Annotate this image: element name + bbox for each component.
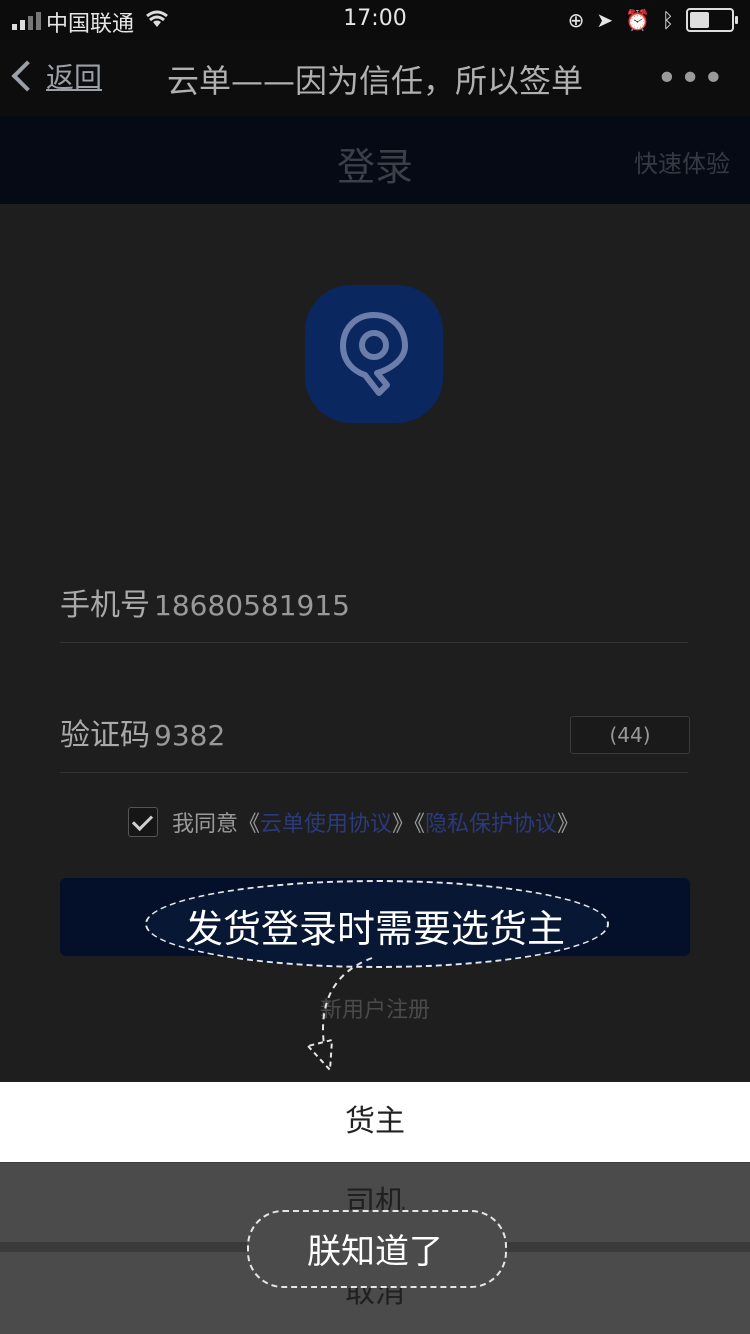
battery-icon bbox=[686, 8, 738, 32]
more-button[interactable]: ••• bbox=[656, 58, 726, 99]
agree-suffix: 》 bbox=[557, 812, 580, 837]
quick-experience-link[interactable]: 快速体验 bbox=[634, 144, 730, 179]
page-title: 云单——因为信任，所以签单 bbox=[166, 62, 583, 100]
arrow-down-icon bbox=[306, 957, 373, 1073]
phone-field[interactable]: 手机号 18680581915 bbox=[60, 580, 688, 643]
agree-prefix: 我同意《 bbox=[172, 812, 261, 837]
option-shipper[interactable]: 货主 bbox=[0, 1082, 750, 1162]
agree-mid: 》《 bbox=[392, 812, 426, 837]
phone-input[interactable]: 18680581915 bbox=[154, 589, 350, 622]
navigation-bar: 返回 云单——因为信任，所以签单 ••• bbox=[0, 40, 750, 116]
status-icons: ⊕ ➤ ⏰ ᛒ bbox=[567, 8, 738, 32]
app-logo bbox=[305, 285, 443, 423]
agreement-row: 我同意《 云单使用协议 》《 隐私保护协议 》 bbox=[128, 806, 579, 838]
status-bar: 中国联通 17:00 ⊕ ➤ ⏰ ᛒ bbox=[0, 0, 750, 40]
tip-role-text: 发货登录时需要选货主 bbox=[184, 907, 565, 951]
location-icon: ➤ bbox=[596, 8, 614, 32]
location-pin-icon bbox=[340, 312, 408, 396]
resend-code-button[interactable]: (44) bbox=[570, 716, 690, 754]
tip-ok-text[interactable]: 朕知道了 bbox=[247, 1224, 503, 1273]
code-input[interactable]: 9382 bbox=[154, 719, 225, 752]
alarm-icon: ⏰ bbox=[625, 8, 650, 32]
option-shipper-label: 货主 bbox=[345, 1104, 405, 1139]
usage-agreement-link[interactable]: 云单使用协议 bbox=[260, 806, 392, 838]
login-header: 登录 快速体验 bbox=[0, 116, 750, 204]
phone-label: 手机号 bbox=[60, 588, 150, 623]
code-label: 验证码 bbox=[60, 718, 150, 753]
bluetooth-icon: ᛒ bbox=[662, 8, 674, 32]
privacy-agreement-link[interactable]: 隐私保护协议 bbox=[425, 806, 557, 838]
orientation-lock-icon: ⊕ bbox=[567, 8, 585, 32]
agree-checkbox[interactable] bbox=[128, 807, 158, 837]
